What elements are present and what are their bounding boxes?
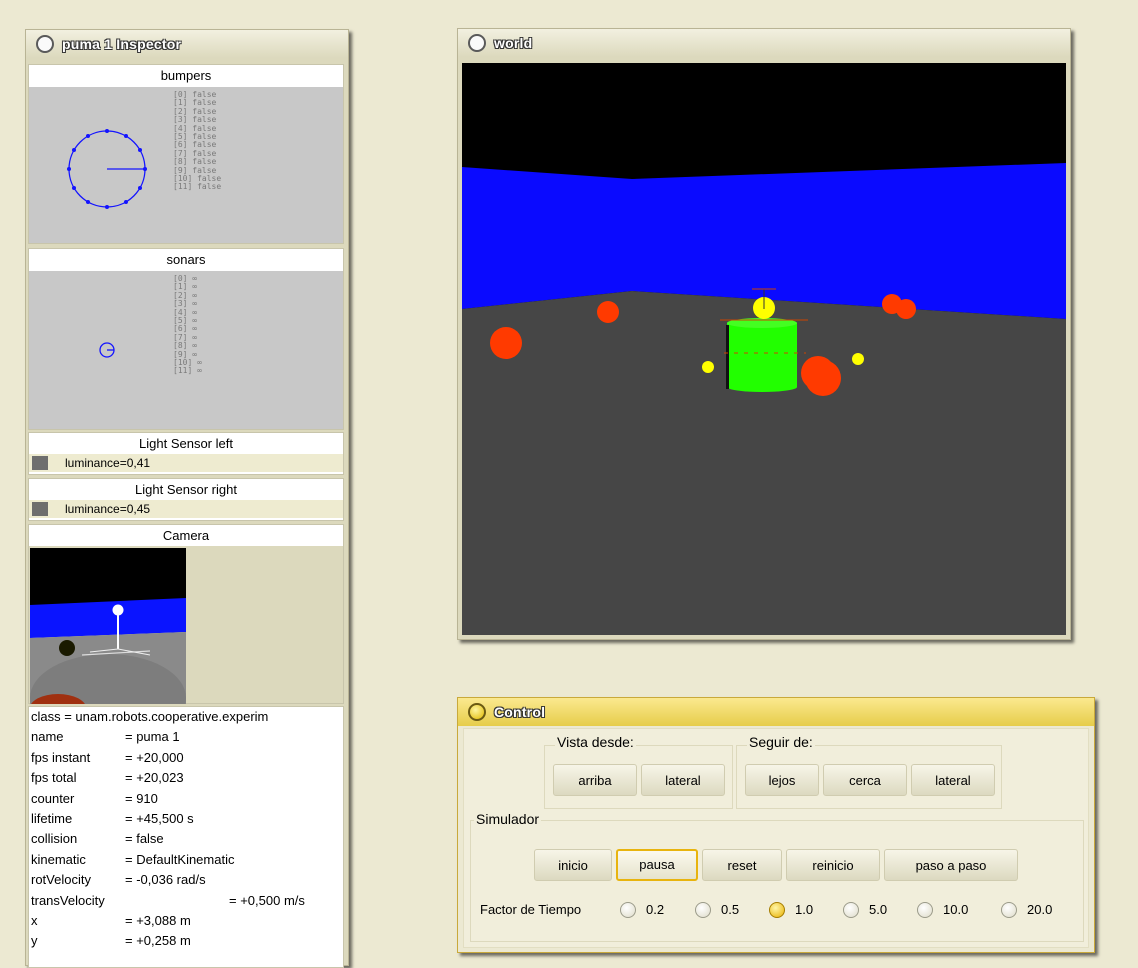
reinicio-button[interactable]: reinicio — [786, 849, 880, 881]
inspector-window: puma 1 Inspector bumpers [0] false [1] f… — [25, 29, 349, 968]
simulador-label: Simulador — [474, 811, 542, 827]
info-row: rotVelocity = -0,036 rad/s — [31, 872, 206, 888]
info-row: fps instant = +20,000 — [31, 749, 184, 765]
vista-arriba-button[interactable]: arriba — [553, 764, 637, 796]
info-row: transVelocity = +0,500 m/s — [31, 892, 305, 908]
control-body: Vista desde: arriba lateral Seguir de: l… — [463, 728, 1089, 948]
info-row: counter = 910 — [31, 790, 158, 806]
luminance-left-value: luminance=0,41 — [65, 456, 151, 470]
reset-button[interactable]: reset — [702, 849, 782, 881]
vista-desde-label: Vista desde: — [555, 734, 636, 750]
info-row: name = puma 1 — [31, 729, 180, 745]
inspector-titlebar[interactable]: puma 1 Inspector — [26, 30, 348, 58]
sonars-plot: [0] ∞ [1] ∞ [2] ∞ [3] ∞ [4] ∞ [5] ∞ [6] … — [29, 271, 343, 429]
bumpers-plot: [0] false [1] false [2] false [3] false … — [29, 87, 343, 243]
info-row: x = +3,088 m — [31, 912, 191, 928]
world-titlebar[interactable]: world — [458, 29, 1070, 57]
inicio-button[interactable]: inicio — [534, 849, 612, 881]
bumper-values: [0] false [1] false [2] false [3] false … — [173, 90, 222, 192]
factor-tiempo-label: Factor de Tiempo — [480, 902, 582, 917]
bumpers-diagram — [67, 129, 147, 209]
seguir-de-label: Seguir de: — [747, 734, 815, 750]
factor-20-0-radio[interactable] — [1001, 902, 1017, 918]
world-3d-view[interactable] — [462, 63, 1066, 635]
seguir-cerca-button[interactable]: cerca — [823, 764, 907, 796]
factor-option-label: 5.0 — [869, 902, 888, 917]
seguir-lejos-button[interactable]: lejos — [745, 764, 819, 796]
paso-a-paso-button[interactable]: paso a paso — [884, 849, 1018, 881]
info-row: lifetime = +45,500 s — [31, 810, 194, 826]
seguir-lateral-button[interactable]: lateral — [911, 764, 995, 796]
light-sensor-left-title: Light Sensor left — [139, 436, 233, 451]
bumpers-title: bumpers — [160, 68, 212, 83]
light-sensor-right-panel: Light Sensor right luminance=0,45 — [28, 478, 344, 521]
vista-lateral-button[interactable]: lateral — [641, 764, 725, 796]
world-window: world — [457, 28, 1071, 640]
robot-info-list: class = unam.robots.cooperative.experim … — [28, 706, 344, 968]
sonars-panel: sonars [0] ∞ [1] ∞ [2] ∞ [3] ∞ [4] ∞ [5]… — [28, 248, 344, 430]
factor-1-0-radio[interactable] — [769, 902, 785, 918]
window-circle-icon[interactable] — [468, 34, 486, 52]
world-title: world — [494, 35, 533, 51]
factor-0-5-radio[interactable] — [695, 902, 711, 918]
info-row: fps total = +20,023 — [31, 770, 184, 786]
light-sensor-right-title: Light Sensor right — [135, 482, 237, 497]
window-circle-icon[interactable] — [36, 35, 54, 53]
factor-option-label: 0.2 — [646, 902, 665, 917]
info-row: kinematic = DefaultKinematic — [31, 851, 235, 867]
factor-option-label: 0.5 — [721, 902, 740, 917]
window-circle-icon[interactable] — [468, 703, 486, 721]
pausa-button[interactable]: pausa — [616, 849, 698, 881]
factor-10-0-radio[interactable] — [917, 902, 933, 918]
sonars-diagram — [99, 342, 115, 358]
inspector-title: puma 1 Inspector — [62, 36, 182, 52]
factor-option-label: 1.0 — [795, 902, 814, 917]
factor-option-label: 20.0 — [1027, 902, 1053, 917]
sonar-values: [0] ∞ [1] ∞ [2] ∞ [3] ∞ [4] ∞ [5] ∞ [6] … — [173, 274, 202, 376]
camera-title: Camera — [29, 525, 343, 546]
info-row: collision = false — [31, 831, 164, 847]
factor-0-2-radio[interactable] — [620, 902, 636, 918]
camera-panel: Camera — [28, 524, 344, 704]
luminance-swatch — [32, 502, 48, 516]
luminance-right-value: luminance=0,45 — [65, 502, 151, 516]
factor-5-0-radio[interactable] — [843, 902, 859, 918]
bumpers-panel: bumpers [0] false [1] false [2] false [3… — [28, 64, 344, 244]
luminance-swatch — [32, 456, 48, 470]
control-titlebar[interactable]: Control — [458, 698, 1094, 726]
factor-option-label: 10.0 — [943, 902, 969, 917]
light-sensor-left-panel: Light Sensor left luminance=0,41 — [28, 432, 344, 475]
control-window: Control Vista desde: arriba lateral Segu… — [457, 697, 1095, 953]
sonars-title: sonars — [166, 252, 206, 267]
info-row: y = +0,258 m — [31, 933, 191, 949]
info-class-row: class = unam.robots.cooperative.experim — [31, 709, 269, 724]
control-title: Control — [494, 704, 546, 720]
camera-image — [30, 548, 186, 704]
